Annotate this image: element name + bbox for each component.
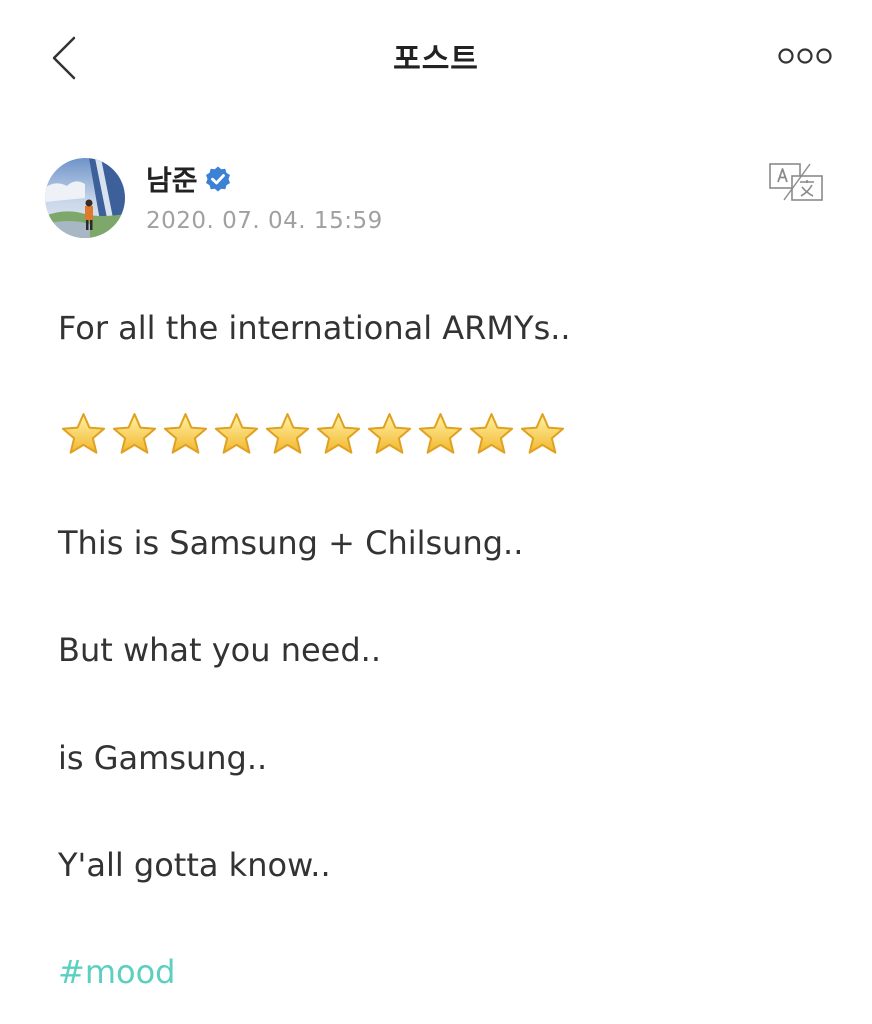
star-emoji-icon xyxy=(61,413,106,454)
post-line-4: is Gamsung.. xyxy=(58,739,268,777)
star-emoji-icon xyxy=(265,413,310,454)
star-row xyxy=(58,410,568,460)
post-line-2: This is Samsung + Chilsung.. xyxy=(58,524,524,562)
star-emoji-icon xyxy=(367,413,412,454)
post-line-5: Y'all gotta know.. xyxy=(58,846,331,884)
translate-button[interactable] xyxy=(766,160,828,204)
post-timestamp: 2020. 07. 04. 15:59 xyxy=(146,208,383,234)
translate-icon xyxy=(769,163,823,201)
post-line-1: For all the international ARMYs.. xyxy=(58,309,571,347)
star-emoji-icon xyxy=(469,413,514,454)
avatar[interactable] xyxy=(45,158,125,238)
star-emoji-icon xyxy=(418,413,463,454)
post-line-3: But what you need.. xyxy=(58,631,382,669)
page-title: 포스트 xyxy=(393,42,479,77)
star-emoji-icon xyxy=(520,413,565,454)
more-dots-icon xyxy=(778,48,832,64)
star-emoji-icon xyxy=(214,413,259,454)
star-emoji-icon xyxy=(316,413,361,454)
author-section: 남준 2020. 07. 04. 15:59 xyxy=(0,150,872,250)
author-name[interactable]: 남준 xyxy=(146,159,198,199)
star-emoji-icon xyxy=(112,413,157,454)
star-emoji-icon xyxy=(163,413,208,454)
hashtag-link[interactable]: #mood xyxy=(58,954,175,991)
verified-badge-icon xyxy=(205,166,230,192)
more-options-button[interactable] xyxy=(770,42,840,70)
top-bar: 포스트 xyxy=(0,0,872,115)
profile-photo xyxy=(45,158,125,238)
author-name-row: 남준 xyxy=(146,160,232,198)
